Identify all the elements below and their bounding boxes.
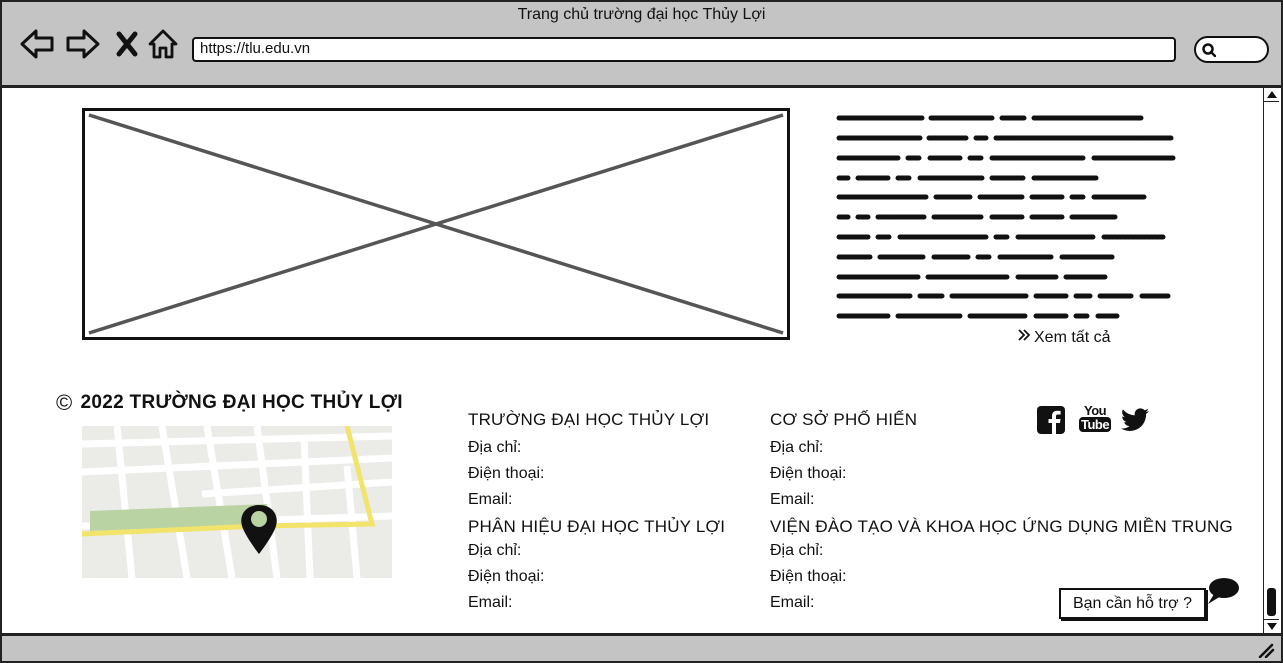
footer-address: Địa chỉ: bbox=[770, 542, 824, 559]
youtube-logo-tube: Tube bbox=[1079, 417, 1112, 432]
copyright: © 2022 TRƯỜNG ĐẠI HỌC THỦY LỢI bbox=[56, 390, 403, 416]
map-image[interactable] bbox=[82, 426, 392, 578]
home-button[interactable] bbox=[146, 28, 180, 60]
footer-address: Địa chỉ: bbox=[468, 542, 522, 559]
arrow-right-icon bbox=[66, 29, 100, 59]
footer-phone: Điện thoại: bbox=[468, 465, 545, 482]
status-bar bbox=[0, 633, 1283, 663]
window-title: Trang chủ trường đại học Thủy Lợi bbox=[517, 6, 766, 23]
support-button[interactable]: Bạn cần hỗ trợ ? bbox=[1059, 588, 1206, 619]
browser-toolbar: Trang chủ trường đại học Thủy Lợi https:… bbox=[0, 0, 1283, 88]
image-placeholder bbox=[82, 108, 790, 340]
footer-email: Email: bbox=[468, 491, 513, 508]
copyright-icon: © bbox=[56, 390, 73, 415]
youtube-icon: You Tube bbox=[1079, 403, 1112, 432]
footer-email: Email: bbox=[770, 491, 815, 508]
youtube-link[interactable]: You Tube bbox=[1079, 403, 1112, 432]
footer-address: Địa chỉ: bbox=[770, 439, 824, 456]
footer-phone: Điện thoại: bbox=[468, 568, 545, 585]
home-icon bbox=[148, 29, 178, 59]
browser-search-field[interactable] bbox=[1194, 36, 1269, 63]
back-button[interactable] bbox=[20, 28, 54, 60]
footer-col-pho-hien: CƠ SỞ PHỐ HIẾN Địa chỉ: Điện thoại: Emai… bbox=[770, 410, 917, 516]
copyright-text: 2022 TRƯỜNG ĐẠI HỌC THỦY LỢI bbox=[80, 392, 403, 413]
x-icon bbox=[116, 31, 138, 57]
scroll-up-button[interactable] bbox=[1264, 88, 1279, 102]
facebook-icon bbox=[1037, 406, 1065, 434]
footer-col-branch: PHÂN HIỆU ĐẠI HỌC THỦY LỢI Địa chỉ: Điện… bbox=[468, 517, 725, 619]
stop-button[interactable] bbox=[110, 28, 144, 60]
footer-col-title: TRƯỜNG ĐẠI HỌC THỦY LỢI bbox=[468, 410, 710, 429]
footer-col-title: CƠ SỞ PHỐ HIẾN bbox=[770, 410, 918, 429]
resize-grip-icon[interactable] bbox=[1257, 642, 1275, 658]
footer-col-title: VIỆN ĐÀO TẠO VÀ KHOA HỌC ỨNG DỤNG MIỀN T… bbox=[770, 517, 1233, 536]
placeholder-text-block bbox=[836, 110, 1181, 331]
twitter-link[interactable] bbox=[1121, 408, 1149, 432]
scroll-down-button[interactable] bbox=[1264, 619, 1279, 633]
search-icon bbox=[1202, 43, 1216, 57]
youtube-logo-you: You bbox=[1084, 403, 1107, 418]
triangle-down-icon bbox=[1266, 623, 1277, 630]
page-viewport: Xem tất cả © 2022 TRƯỜNG ĐẠI HỌC THỦY LỢ… bbox=[0, 88, 1283, 633]
footer-phone: Điện thoại: bbox=[770, 465, 847, 482]
double-chevron-right-icon bbox=[1018, 328, 1031, 347]
twitter-icon bbox=[1121, 408, 1149, 431]
scroll-thumb[interactable] bbox=[1267, 588, 1276, 616]
triangle-up-icon bbox=[1266, 91, 1277, 98]
facebook-link[interactable] bbox=[1037, 406, 1065, 434]
vertical-scrollbar[interactable] bbox=[1263, 88, 1279, 633]
address-bar[interactable]: https://tlu.edu.vn bbox=[192, 37, 1176, 62]
forward-button[interactable] bbox=[66, 28, 100, 60]
arrow-left-icon bbox=[20, 29, 54, 59]
footer-email: Email: bbox=[468, 594, 513, 611]
see-all-label: Xem tất cả bbox=[1034, 328, 1111, 346]
chat-bubble-icon[interactable] bbox=[1206, 577, 1240, 612]
see-all-link[interactable]: Xem tất cả bbox=[1018, 328, 1110, 347]
footer-col-title: PHÂN HIỆU ĐẠI HỌC THỦY LỢI bbox=[468, 517, 726, 536]
footer-address: Địa chỉ: bbox=[468, 439, 522, 456]
footer-col-main-campus: TRƯỜNG ĐẠI HỌC THỦY LỢI Địa chỉ: Điện th… bbox=[468, 410, 709, 516]
